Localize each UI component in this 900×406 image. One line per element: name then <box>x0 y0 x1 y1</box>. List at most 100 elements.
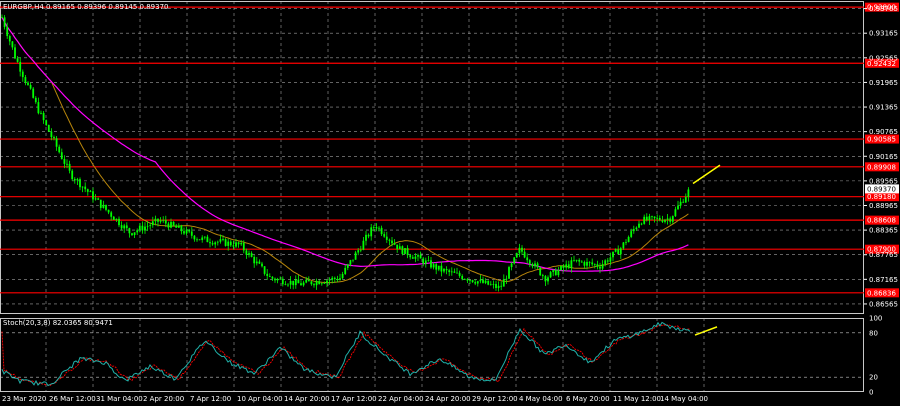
candle-body <box>313 284 315 286</box>
candle-body <box>453 271 456 273</box>
x-tick-label: 24 Apr 20:00 <box>425 395 471 403</box>
candle-body <box>263 266 266 274</box>
stoch-tick-label: 0 <box>869 389 873 397</box>
candle-body <box>658 217 661 221</box>
candle-body <box>443 269 445 272</box>
candle-body <box>552 269 555 273</box>
candle-body <box>583 262 586 266</box>
candle-body <box>424 260 427 264</box>
candle-body <box>34 97 37 103</box>
x-tick-label: 22 Apr 04:00 <box>378 395 424 403</box>
candle-body <box>461 275 464 280</box>
candle-body <box>198 239 201 241</box>
y-tick-label: 0.88365 <box>869 227 898 235</box>
candle-body <box>123 225 126 229</box>
candle-body <box>409 255 412 258</box>
candle-body <box>336 278 339 281</box>
level-label: 0.90585 <box>867 136 896 144</box>
candle-body <box>201 237 204 240</box>
candle-body <box>567 264 570 268</box>
candle-body <box>284 284 287 286</box>
candle-body <box>388 239 391 241</box>
candle-body <box>510 263 513 268</box>
x-tick-label: 31 Mar 04:00 <box>96 395 143 403</box>
candle-body <box>687 189 690 197</box>
candle-body <box>125 225 128 229</box>
candle-body <box>671 216 674 222</box>
candle-body <box>271 276 274 279</box>
x-tick-label: 17 Apr 12:00 <box>331 395 377 403</box>
candle-body <box>666 218 669 220</box>
y-tick-label: 0.93165 <box>869 30 898 38</box>
candle-body <box>349 260 352 265</box>
candle-body <box>664 219 666 222</box>
candle-body <box>193 235 196 240</box>
candle-body <box>604 260 607 265</box>
x-tick-label: 4 May 04:00 <box>519 395 563 403</box>
x-tick-label: 29 Apr 12:00 <box>472 395 518 403</box>
candle-body <box>138 225 141 231</box>
candle-body <box>229 241 232 246</box>
candle-body <box>554 269 557 276</box>
candle-body <box>307 279 310 282</box>
stoch-tick-label: 100 <box>869 315 882 323</box>
candle-body <box>206 236 209 243</box>
candle-body <box>42 112 45 121</box>
time-axis[interactable]: 23 Mar 2020 26 Mar 12:00 31 Mar 04:00 2 Apr… <box>2 395 708 403</box>
stoch-tick-label: 20 <box>869 374 878 382</box>
candle-body <box>237 242 240 245</box>
candle-body <box>27 82 29 85</box>
candle-body <box>640 223 643 225</box>
candle-body <box>297 279 300 284</box>
candle-body <box>279 278 282 280</box>
candle-body <box>674 209 677 217</box>
candle-body <box>255 261 258 264</box>
candle-body <box>105 204 107 210</box>
candle-body <box>245 250 248 255</box>
y-tick-label: 0.91365 <box>869 104 898 112</box>
candle-body <box>601 264 604 269</box>
candle-body <box>258 261 261 264</box>
candle-body <box>16 58 19 62</box>
candle-body <box>131 233 133 236</box>
candle-body <box>614 249 617 252</box>
candle-body <box>435 264 438 270</box>
candle-body <box>81 186 84 188</box>
candle-body <box>476 281 479 284</box>
candle-body <box>684 196 687 203</box>
candle-body <box>414 256 417 259</box>
candle-body <box>437 265 440 270</box>
candle-body <box>40 112 42 114</box>
candle-body <box>448 270 451 273</box>
candle-body <box>151 221 154 226</box>
candle-body <box>391 240 393 244</box>
x-tick-label: 10 Apr 04:00 <box>237 395 283 403</box>
candle-body <box>411 257 414 259</box>
candle-body <box>378 227 380 229</box>
candle-body <box>302 282 305 286</box>
x-tick-label: 23 Mar 2020 <box>2 395 46 403</box>
candle-body <box>294 279 297 286</box>
candle-body <box>466 279 469 281</box>
candle-body <box>422 258 425 264</box>
candle-body <box>224 239 227 246</box>
candle-body <box>430 260 432 268</box>
candle-body <box>73 179 76 181</box>
candle-body <box>250 253 253 257</box>
candle-body <box>596 264 599 267</box>
candle-body <box>635 227 638 230</box>
trading-chart[interactable]: 0.938000.924320.905850.899080.891800.886… <box>0 0 900 406</box>
candle-body <box>679 201 682 206</box>
candle-body <box>211 243 214 245</box>
candle-body <box>24 77 27 83</box>
candle-body <box>11 41 14 48</box>
candle-body <box>310 281 313 285</box>
candle-body <box>531 264 534 267</box>
candle-body <box>599 266 601 269</box>
candle-body <box>489 284 492 286</box>
candle-body <box>541 275 544 277</box>
candle-body <box>183 231 185 234</box>
y-tick-label: 0.93765 <box>869 5 898 13</box>
candle-body <box>482 279 484 283</box>
candle-body <box>427 260 430 262</box>
